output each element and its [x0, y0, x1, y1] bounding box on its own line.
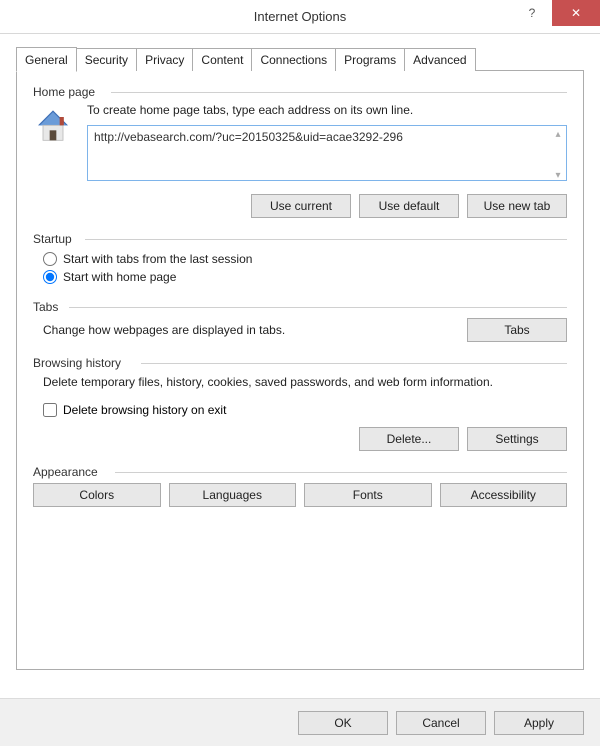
scroll-down-icon[interactable]: ▾ — [552, 169, 564, 181]
tabs-button[interactable]: Tabs — [467, 318, 567, 342]
startup-homepage-radio[interactable] — [43, 270, 57, 284]
appearance-label: Appearance — [33, 465, 98, 479]
close-icon: ✕ — [571, 6, 581, 20]
scroll-up-icon[interactable]: ▴ — [552, 128, 564, 140]
use-new-tab-button[interactable]: Use new tab — [467, 194, 567, 218]
history-settings-button[interactable]: Settings — [467, 427, 567, 451]
delete-on-exit-label: Delete browsing history on exit — [63, 403, 226, 417]
close-button[interactable]: ✕ — [552, 0, 600, 26]
apply-button[interactable]: Apply — [494, 711, 584, 735]
tabs-group-label: Tabs — [33, 300, 58, 314]
fonts-button[interactable]: Fonts — [304, 483, 432, 507]
homepage-group: Home page To create home page tabs, type… — [33, 85, 567, 218]
general-panel: Home page To create home page tabs, type… — [16, 70, 584, 670]
tab-privacy[interactable]: Privacy — [136, 48, 193, 71]
ok-button[interactable]: OK — [298, 711, 388, 735]
homepage-instruction: To create home page tabs, type each addr… — [87, 103, 567, 117]
history-label: Browsing history — [33, 356, 121, 370]
help-icon: ? — [529, 6, 536, 20]
history-description: Delete temporary files, history, cookies… — [33, 374, 567, 403]
divider — [115, 472, 567, 473]
delete-history-button[interactable]: Delete... — [359, 427, 459, 451]
home-icon — [33, 107, 73, 147]
delete-on-exit-checkbox[interactable] — [43, 403, 57, 417]
divider — [141, 363, 567, 364]
tab-connections[interactable]: Connections — [251, 48, 336, 71]
accessibility-button[interactable]: Accessibility — [440, 483, 568, 507]
tab-general[interactable]: General — [16, 47, 77, 72]
use-default-button[interactable]: Use default — [359, 194, 459, 218]
startup-last-session-label: Start with tabs from the last session — [63, 252, 252, 266]
use-current-button[interactable]: Use current — [251, 194, 351, 218]
divider — [85, 239, 567, 240]
startup-label: Startup — [33, 232, 72, 246]
startup-homepage-label: Start with home page — [63, 270, 176, 284]
homepage-label: Home page — [33, 85, 95, 99]
homepage-url-input[interactable] — [87, 125, 567, 181]
tab-strip: General Security Privacy Content Connect… — [16, 48, 584, 71]
tabs-description: Change how webpages are displayed in tab… — [43, 323, 285, 337]
dialog-button-bar: OK Cancel Apply — [0, 698, 600, 746]
startup-last-session-radio[interactable] — [43, 252, 57, 266]
languages-button[interactable]: Languages — [169, 483, 297, 507]
tab-programs[interactable]: Programs — [335, 48, 405, 71]
startup-group: Startup Start with tabs from the last se… — [33, 232, 567, 286]
tab-content[interactable]: Content — [192, 48, 252, 71]
history-group: Browsing history Delete temporary files,… — [33, 356, 567, 451]
tab-advanced[interactable]: Advanced — [404, 48, 475, 71]
divider — [69, 307, 567, 308]
titlebar: Internet Options ? ✕ — [0, 0, 600, 34]
appearance-group: Appearance Colors Languages Fonts Access… — [33, 465, 567, 507]
window-title: Internet Options — [254, 9, 347, 24]
cancel-button[interactable]: Cancel — [396, 711, 486, 735]
tab-security[interactable]: Security — [76, 48, 137, 71]
help-button[interactable]: ? — [512, 0, 552, 26]
divider — [111, 92, 567, 93]
colors-button[interactable]: Colors — [33, 483, 161, 507]
tabs-group: Tabs Change how webpages are displayed i… — [33, 300, 567, 342]
